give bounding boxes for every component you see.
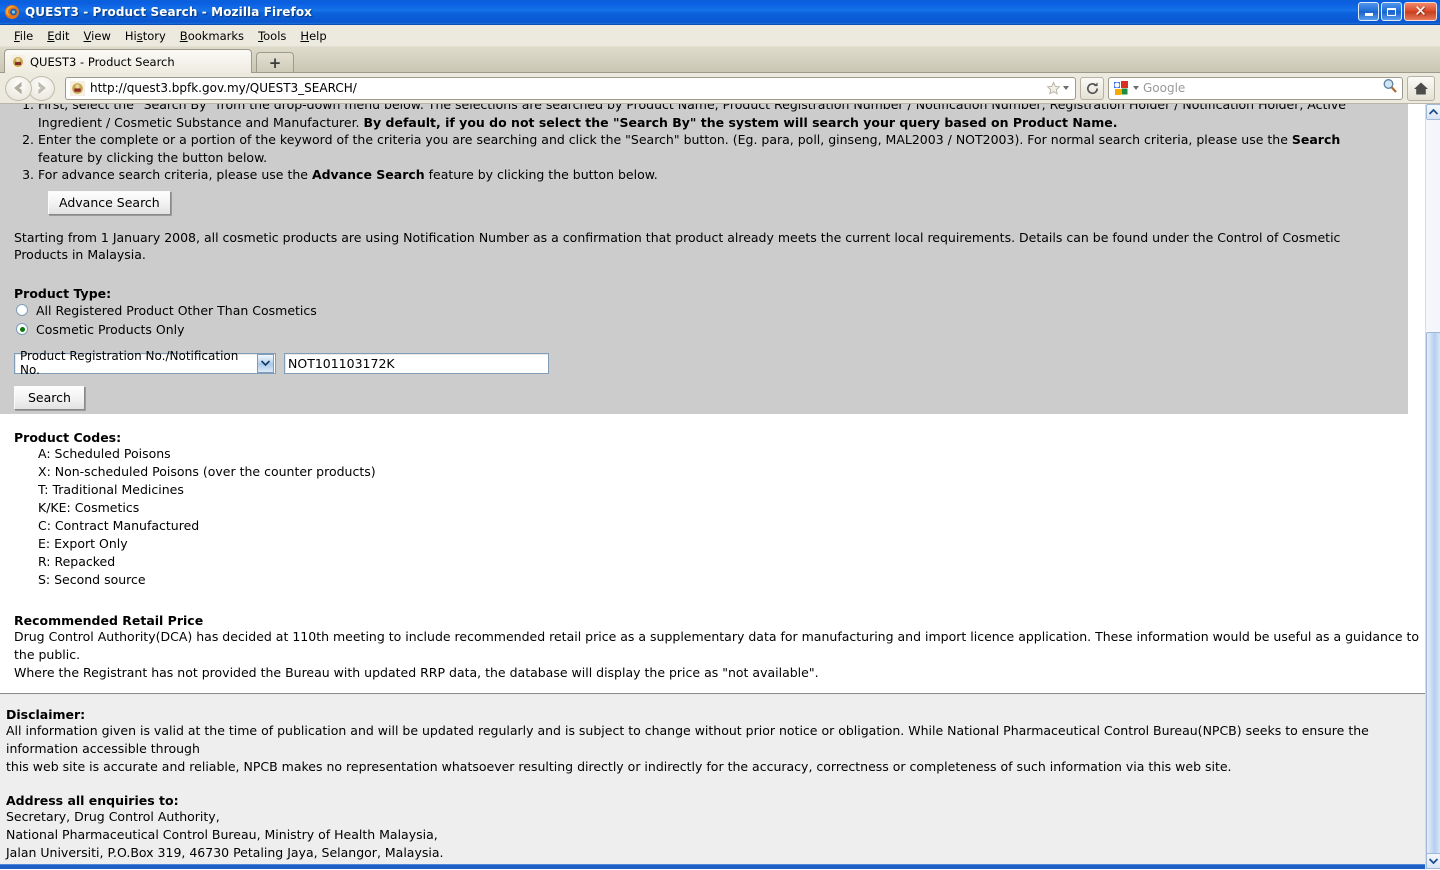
menu-help[interactable]: Help [293, 27, 333, 45]
instruction-step: For advance search criteria, please use … [38, 166, 1408, 184]
product-code-item: X: Non-scheduled Poisons (over the count… [38, 463, 376, 479]
keyword-input[interactable]: NOT101103172K [284, 352, 549, 374]
instruction-emphasis: By default, if you do not select the "Se… [363, 114, 1118, 130]
product-code-item: T: Traditional Medicines [38, 481, 184, 497]
instruction-step: First, select the "Search By" from the d… [38, 104, 1408, 131]
menu-file[interactable]: File [7, 27, 40, 45]
product-codes-title: Product Codes: [14, 429, 122, 445]
url-text: http://quest3.bpfk.gov.my/QUEST3_SEARCH/ [90, 81, 357, 95]
menu-view[interactable]: View [77, 27, 118, 45]
forward-button[interactable] [28, 75, 55, 101]
menu-tools[interactable]: Tools [251, 27, 293, 45]
tab-title: QUEST3 - Product Search [30, 54, 175, 69]
instructions-list: First, select the "Search By" from the d… [0, 104, 1408, 184]
disclaimer-text-line: All information given is valid at the ti… [6, 722, 1369, 756]
window-title: QUEST3 - Product Search - Mozilla Firefo… [25, 5, 313, 19]
instruction-text: For advance search criteria, please use … [38, 167, 312, 182]
page-viewport: First, select the "Search By" from the d… [0, 104, 1440, 869]
disclaimer-text-line: this web site is accurate and reliable, … [6, 758, 1232, 774]
google-logo-icon [1113, 80, 1129, 96]
product-code-item: C: Contract Manufactured [38, 517, 200, 533]
page-scrollbar[interactable] [1425, 104, 1440, 869]
rrp-title: Recommended Retail Price [14, 612, 204, 628]
scrollbar-thumb[interactable] [1426, 332, 1440, 869]
menu-edit[interactable]: Edit [40, 27, 76, 45]
product-type-label: Product Type: [14, 285, 112, 301]
rrp-text-line: Drug Control Authority(DCA) has decided … [14, 628, 1420, 662]
search-engine-chevron-icon[interactable] [1133, 86, 1139, 90]
menu-bar: File Edit View History Bookmarks Tools H… [0, 25, 1440, 47]
search-form-row: Product Registration No./Notification No… [0, 339, 1408, 377]
product-codes-section: Product Codes: A: Scheduled Poisons X: No… [0, 413, 1425, 589]
product-code-item: E: Export Only [38, 535, 128, 551]
firefox-logo-icon [4, 4, 20, 20]
instruction-step: Enter the complete or a portion of the k… [38, 131, 1408, 166]
rrp-text-line: Where the Registrant has not provided th… [14, 664, 819, 680]
back-button[interactable] [5, 75, 32, 101]
new-tab-button[interactable]: + [256, 52, 294, 73]
menu-history[interactable]: History [118, 27, 173, 45]
instruction-emphasis: Advance Search [311, 167, 425, 182]
window-titlebar: QUEST3 - Product Search - Mozilla Firefo… [0, 0, 1440, 25]
page-bottom-bar [0, 864, 1425, 869]
address-text-line: National Pharmaceutical Control Bureau, … [6, 826, 438, 842]
bookmark-star-icon[interactable] [1046, 80, 1072, 96]
window-controls: ✕ [1358, 2, 1437, 21]
address-text-line: Jalan Universiti, P.O.Box 319, 46730 Pet… [6, 844, 444, 860]
home-button[interactable] [1407, 75, 1435, 101]
product-code-item: S: Second source [38, 571, 146, 587]
search-by-selected-value: Product Registration No./Notification No… [20, 349, 239, 377]
tab-bar: QUEST3 - Product Search + [0, 47, 1440, 73]
tab-quest3-product-search[interactable]: QUEST3 - Product Search [4, 49, 252, 73]
advance-search-button[interactable]: Advance Search [48, 190, 171, 215]
recommended-retail-price-section: Recommended Retail Price Drug Control Au… [0, 588, 1425, 682]
instruction-text: feature by clicking the button below. [38, 149, 268, 165]
cosmetic-notice-text: Starting from 1 January 2008, all cosmet… [14, 229, 1341, 263]
close-button[interactable]: ✕ [1404, 2, 1437, 21]
minimize-button[interactable] [1358, 2, 1379, 21]
scroll-down-button[interactable] [1426, 853, 1440, 869]
keyword-input-value: NOT101103172K [288, 355, 395, 371]
disclaimer-title: Disclaimer: [6, 706, 86, 722]
search-input[interactable]: Google [1143, 81, 1378, 95]
maximize-restore-button[interactable] [1381, 2, 1402, 21]
product-code-item: R: Repacked [38, 553, 116, 569]
footer-section: Disclaimer: All information given is val… [0, 694, 1425, 869]
search-magnifier-icon[interactable] [1382, 78, 1398, 98]
site-favicon-icon [11, 54, 25, 69]
scroll-up-button[interactable] [1426, 104, 1440, 120]
instruction-text: feature by clicking the button below. [424, 167, 658, 182]
radio-cosmetic-products-only[interactable] [16, 323, 28, 335]
reload-button[interactable] [1080, 76, 1104, 100]
product-code-item: K/KE: Cosmetics [38, 499, 140, 515]
search-by-select[interactable]: Product Registration No./Notification No… [14, 349, 276, 377]
radio-label-all-registered: All Registered Product Other Than Cosmet… [36, 302, 317, 318]
radio-row-all-registered[interactable]: All Registered Product Other Than Cosmet… [0, 301, 1408, 320]
radio-row-cosmetic-only[interactable]: Cosmetic Products Only [0, 320, 1408, 339]
url-bar[interactable]: http://quest3.bpfk.gov.my/QUEST3_SEARCH/ [65, 76, 1076, 100]
instruction-emphasis: Search [1291, 132, 1341, 147]
url-favicon-icon [70, 80, 85, 96]
search-panel: First, select the "Search By" from the d… [0, 104, 1408, 414]
address-title: Address all enquiries to: [6, 792, 179, 808]
instruction-text: Enter the complete or a portion of the k… [38, 132, 1292, 147]
navigation-toolbar: http://quest3.bpfk.gov.my/QUEST3_SEARCH/ [0, 73, 1440, 104]
search-bar[interactable]: Google [1108, 76, 1403, 100]
menu-bookmarks[interactable]: Bookmarks [173, 27, 251, 45]
chevron-down-icon[interactable] [257, 353, 274, 373]
product-code-item: A: Scheduled Poisons [38, 445, 171, 461]
radio-label-cosmetic-only: Cosmetic Products Only [36, 321, 185, 337]
chevron-down-icon [1063, 86, 1069, 90]
search-button[interactable]: Search [14, 385, 85, 410]
radio-all-registered-product[interactable] [16, 304, 28, 316]
page-content: First, select the "Search By" from the d… [0, 104, 1425, 869]
address-text-line: Secretary, Drug Control Authority, [6, 808, 220, 824]
